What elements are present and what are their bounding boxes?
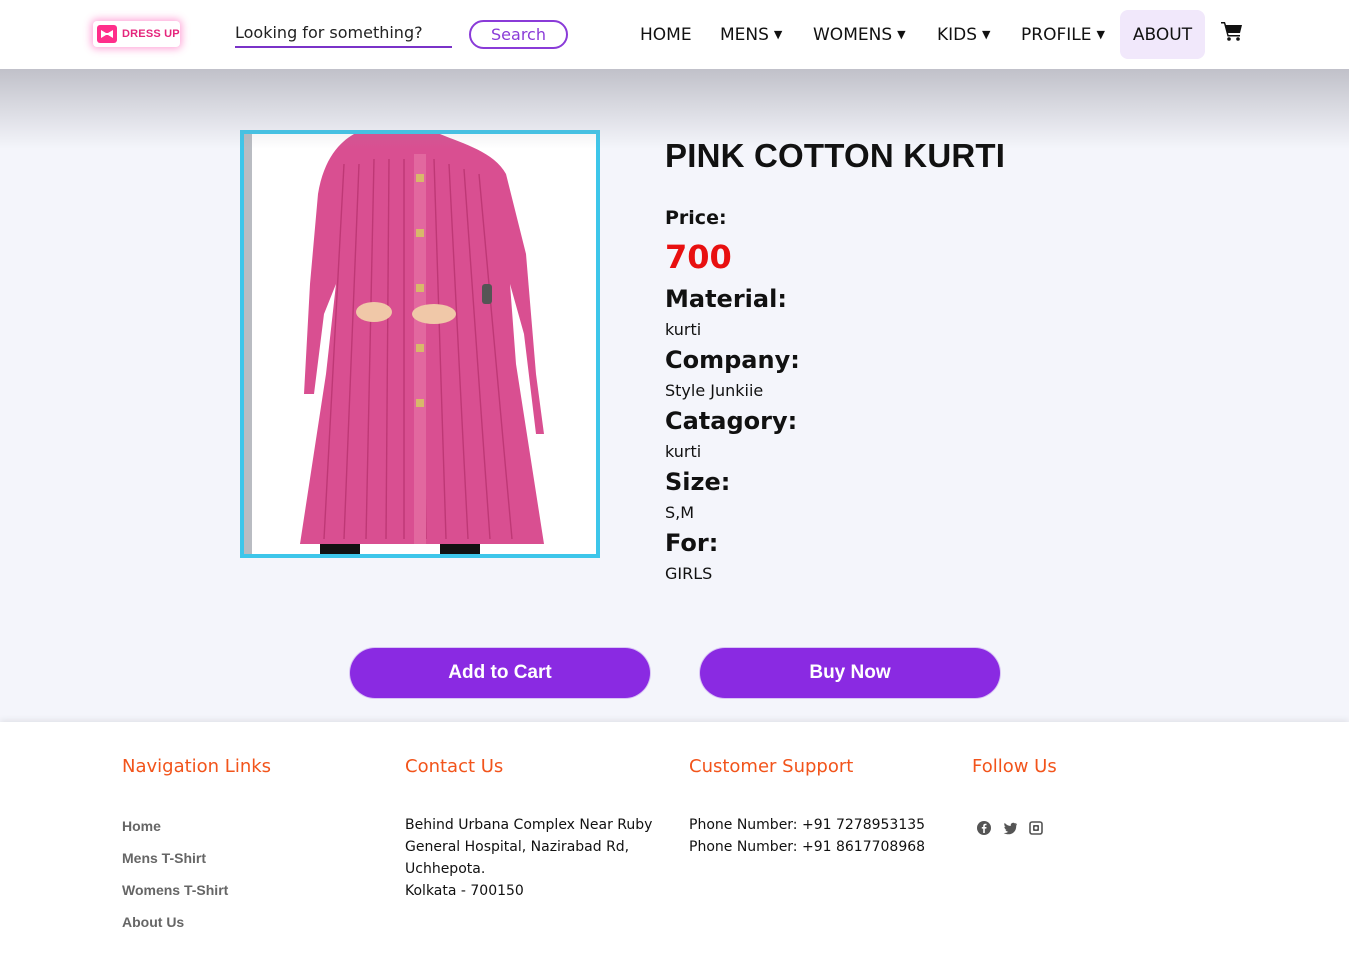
add-to-cart-button[interactable]: Add to Cart <box>350 648 650 698</box>
material-label: Material: <box>665 285 787 313</box>
bow-tie-icon <box>97 25 117 43</box>
caret-down-icon: ▼ <box>1096 28 1105 41</box>
category-value: kurti <box>665 442 702 461</box>
nav-item-womens[interactable]: WOMENS ▼ <box>813 10 906 59</box>
brand-logo[interactable]: DRESS UP <box>93 21 180 47</box>
image-edge <box>244 134 252 554</box>
footer-navigation-heading: Navigation Links <box>122 756 272 777</box>
nav-item-label: WOMENS <box>813 24 893 45</box>
caret-down-icon: ▼ <box>982 28 991 41</box>
phone-number: Phone Number: +91 8617708968 <box>689 839 926 855</box>
twitter-icon[interactable] <box>1002 820 1018 836</box>
facebook-icon[interactable] <box>976 820 992 836</box>
company-value: Style Junkiie <box>665 381 764 400</box>
brand-name: DRESS UP <box>122 28 180 40</box>
search-button[interactable]: Search <box>469 20 568 49</box>
address-line: General Hospital, Nazirabad Rd, <box>405 839 630 855</box>
category-label: Catagory: <box>665 407 798 435</box>
nav-item-label: HOME <box>640 24 692 45</box>
footer-link-about-us[interactable]: About Us <box>122 914 184 930</box>
nav-item-label: PROFILE <box>1021 24 1092 45</box>
nav-item-about[interactable]: ABOUT <box>1120 10 1205 59</box>
phone-number: Phone Number: +91 7278953135 <box>689 817 926 833</box>
nav-item-mens[interactable]: MENS ▼ <box>720 10 782 59</box>
nav-item-home[interactable]: HOME <box>640 10 692 59</box>
caret-down-icon: ▼ <box>773 28 783 41</box>
price-value: 700 <box>665 238 732 276</box>
footer-link-home[interactable]: Home <box>122 818 161 834</box>
instagram-icon[interactable] <box>1028 820 1044 836</box>
address-line: Behind Urbana Complex Near Ruby <box>405 817 653 833</box>
nav-item-profile[interactable]: PROFILE ▼ <box>1021 10 1105 59</box>
material-value: kurti <box>665 320 702 339</box>
size-label: Size: <box>665 468 731 496</box>
for-label: For: <box>665 529 719 557</box>
price-label: Price: <box>665 207 727 229</box>
caret-down-icon: ▼ <box>897 28 906 41</box>
nav-item-label: MENS <box>720 24 769 45</box>
kurti-image <box>244 134 596 554</box>
buy-now-button[interactable]: Buy Now <box>700 648 1000 698</box>
support-phones: Phone Number: +91 7278953135 Phone Numbe… <box>689 814 925 858</box>
nav-item-label: ABOUT <box>1132 24 1193 45</box>
footer-follow-heading: Follow Us <box>972 756 1057 777</box>
nav-item-kids[interactable]: KIDS ▼ <box>937 10 991 59</box>
company-label: Company: <box>665 346 800 374</box>
contact-address: Behind Urbana Complex Near Ruby General … <box>405 814 652 902</box>
footer: Navigation Links Home Mens T-Shirt Women… <box>0 722 1349 963</box>
address-line: Uchhepota. <box>405 861 486 877</box>
shopping-cart-icon[interactable] <box>1221 21 1243 41</box>
footer-support-heading: Customer Support <box>689 756 854 777</box>
for-value: GIRLS <box>665 564 713 583</box>
search-input[interactable] <box>235 18 452 48</box>
address-line: Kolkata - 700150 <box>405 883 524 899</box>
footer-link-womens-tshirt[interactable]: Womens T-Shirt <box>122 882 228 898</box>
footer-link-mens-tshirt[interactable]: Mens T-Shirt <box>122 850 206 866</box>
size-value: S,M <box>665 503 695 522</box>
top-navbar: DRESS UP Search HOME MENS ▼ WOMENS ▼ KID… <box>0 0 1349 69</box>
product-image <box>240 130 600 558</box>
header-shadow <box>0 69 1349 149</box>
nav-item-label: KIDS <box>937 24 978 45</box>
footer-contact-heading: Contact Us <box>405 756 504 777</box>
